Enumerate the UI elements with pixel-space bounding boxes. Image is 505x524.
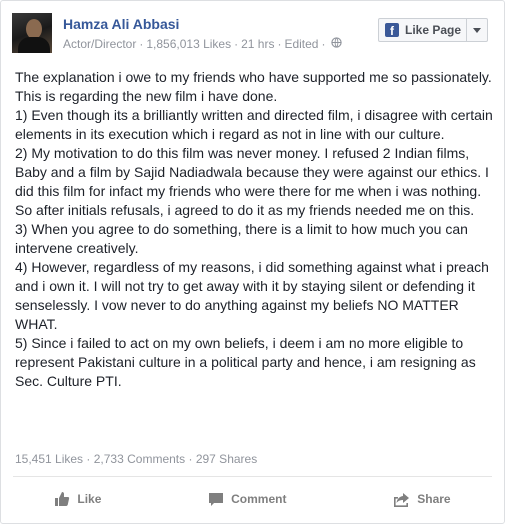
thumbs-up-icon [54, 491, 70, 507]
post-paragraph: 1) Even though its a brilliantly written… [15, 107, 493, 142]
caret-down-icon[interactable] [473, 28, 481, 33]
author-avatar[interactable] [12, 13, 52, 53]
facebook-logo-icon: f [385, 23, 399, 37]
shares-count-link[interactable]: 297 Shares [196, 452, 257, 466]
post-paragraph: 3) When you agree to do something, there… [15, 221, 468, 256]
stats-separator: · [188, 452, 193, 466]
stats-separator: · [86, 452, 91, 466]
post-paragraph: 4) However, regardless of my reasons, i … [15, 259, 489, 332]
post-body: The explanation i owe to my friends who … [15, 68, 493, 391]
edited-label[interactable]: Edited [284, 37, 318, 51]
post-paragraph: 2) My motivation to do this film was nev… [15, 145, 489, 218]
comment-button[interactable]: Comment [198, 488, 296, 511]
comments-count-link[interactable]: 2,733 Comments [94, 452, 185, 466]
like-button[interactable]: Like [44, 487, 111, 511]
actions-divider [13, 476, 492, 477]
comment-label: Comment [231, 492, 287, 506]
meta-separator: · [277, 37, 282, 51]
facebook-post-card: Hamza Ali Abbasi Actor/Director · 1,856,… [0, 0, 505, 524]
post-stats: 15,451 Likes · 2,733 Comments · 297 Shar… [15, 452, 257, 466]
meta-separator: · [321, 37, 326, 51]
speech-bubble-icon [208, 492, 224, 507]
post-paragraph: 5) Since i failed to act on my own belie… [15, 335, 476, 389]
meta-separator: · [234, 37, 239, 51]
post-actions-bar: Like Comment Share [1, 479, 504, 519]
like-label: Like [77, 492, 102, 506]
page-likes-count: 1,856,013 Likes [146, 37, 232, 51]
author-category: Actor/Director [63, 37, 137, 51]
post-timestamp-link[interactable]: 21 hrs [241, 37, 274, 51]
share-arrow-icon [393, 492, 410, 507]
post-paragraph: The explanation i owe to my friends who … [15, 69, 492, 104]
button-divider [466, 19, 467, 41]
likes-count-link[interactable]: 15,451 Likes [15, 452, 83, 466]
meta-separator: · [139, 37, 144, 51]
author-name-link[interactable]: Hamza Ali Abbasi [63, 16, 179, 32]
share-label: Share [417, 492, 451, 506]
share-button[interactable]: Share [383, 488, 460, 511]
like-page-label: Like Page [405, 23, 462, 37]
like-page-button[interactable]: f Like Page [378, 18, 488, 42]
post-meta: Actor/Director · 1,856,013 Likes · 21 hr… [63, 37, 343, 51]
globe-icon[interactable] [331, 37, 343, 51]
avatar-face [26, 19, 42, 39]
avatar-body [18, 37, 50, 53]
